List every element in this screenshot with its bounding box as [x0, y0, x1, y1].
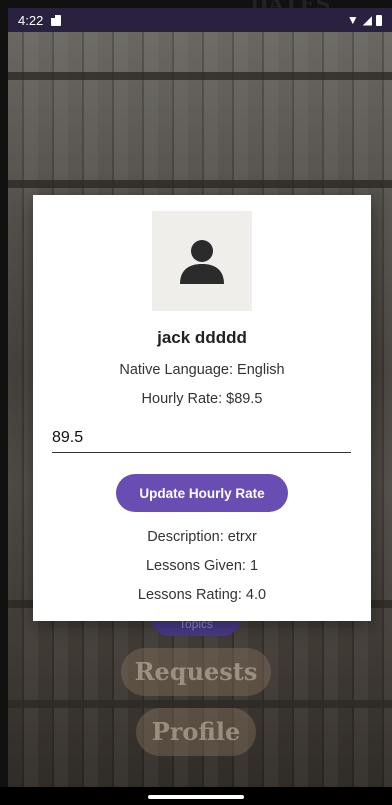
status-time: 4:22	[18, 12, 44, 28]
update-hourly-rate-button[interactable]: Update Hourly Rate	[116, 474, 288, 512]
avatar	[152, 211, 252, 311]
status-bar: 4:22 ▼ ◢	[8, 8, 392, 32]
home-gesture-handle[interactable]	[148, 795, 244, 799]
device-screen: DATES DOCOS Topics Requests Profile 4:22…	[0, 0, 392, 805]
battery-icon	[376, 14, 382, 26]
hourly-rate-input[interactable]	[52, 425, 351, 453]
signal-icon: ◢	[362, 13, 372, 27]
lessons-given: Lessons Given: 1	[145, 558, 259, 574]
native-language: Native Language: English	[119, 362, 285, 378]
wifi-icon: ▼	[346, 13, 359, 27]
tutor-profile-dialog: jack ddddd Native Language: English Hour…	[33, 195, 371, 621]
requests-button[interactable]: Requests	[121, 648, 271, 696]
profile-button[interactable]: Profile	[136, 708, 256, 756]
sd-card-icon	[51, 14, 62, 26]
lessons-rating: Lessons Rating: 4.0	[137, 587, 267, 603]
person-icon	[180, 240, 224, 284]
description: Description: etrxr	[147, 529, 257, 545]
tutor-name: jack ddddd	[157, 328, 247, 347]
hourly-rate: Hourly Rate: $89.5	[141, 391, 263, 407]
